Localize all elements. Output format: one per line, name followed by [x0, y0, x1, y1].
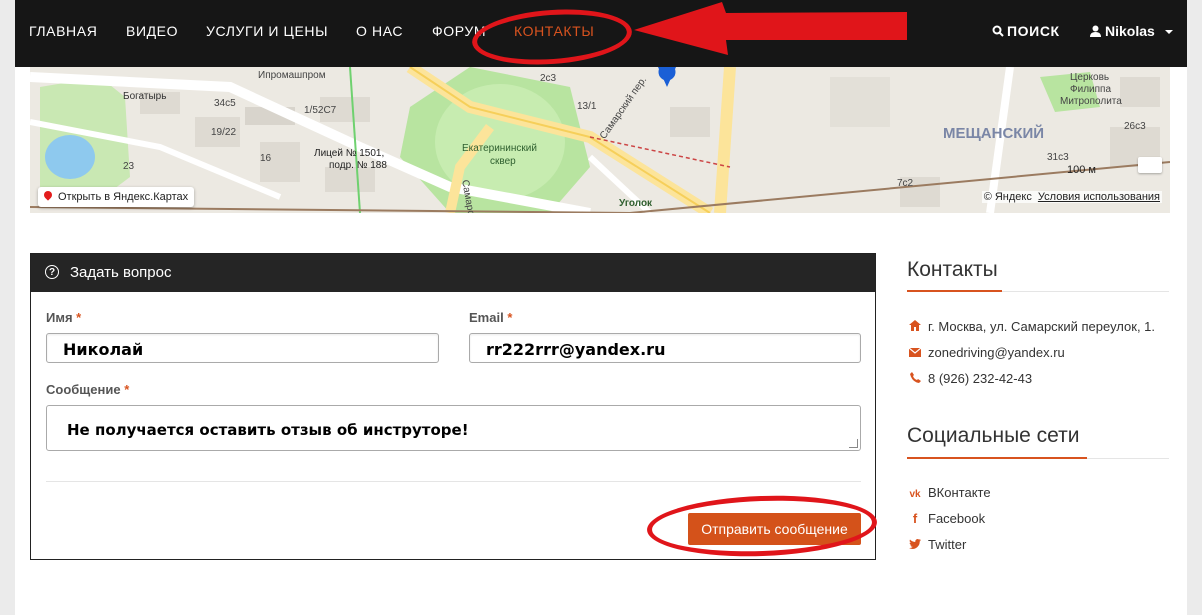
- facebook-icon: f: [912, 511, 918, 526]
- map-label: 7с2: [897, 178, 914, 189]
- email-label-text: Email: [469, 310, 504, 325]
- annotation-arrow-icon: [634, 2, 907, 55]
- social-facebook-label: Facebook: [928, 511, 986, 526]
- map-label: Филиппа: [1070, 84, 1112, 95]
- nav-item-video[interactable]: ВИДЕО: [126, 23, 178, 39]
- required-mark: *: [507, 310, 513, 325]
- name-input-value: Николай: [63, 340, 144, 359]
- contacts-title: Контакты: [907, 258, 998, 281]
- map-label: Екатерининский: [462, 143, 537, 154]
- message-label-text: Сообщение: [46, 382, 121, 397]
- social-facebook-link[interactable]: f Facebook: [908, 511, 985, 526]
- map-terms-link[interactable]: Условия использования: [1038, 191, 1160, 203]
- required-mark: *: [76, 310, 82, 325]
- message-label: Сообщение *: [46, 382, 129, 397]
- search-label: ПОИСК: [1007, 23, 1060, 39]
- map-label: 31с3: [1047, 152, 1069, 163]
- map-label: 1/52С7: [304, 105, 337, 116]
- map-label: сквер: [490, 156, 516, 167]
- map-label: Митрополита: [1060, 96, 1122, 107]
- name-label: Имя *: [46, 310, 81, 325]
- message-textarea-value: Не получается оставить отзыв об инструто…: [67, 421, 469, 439]
- envelope-icon: [908, 347, 922, 360]
- map-label: 23: [123, 161, 135, 172]
- email-input-value: rr222rrr@yandex.ru: [486, 340, 666, 359]
- social-twitter-label: Twitter: [928, 537, 967, 552]
- social-title-underline: [907, 457, 1169, 459]
- social-vk-link[interactable]: vk ВКонтакте: [908, 485, 991, 500]
- map-label: 16: [260, 153, 272, 164]
- contact-email-text[interactable]: zonedriving@yandex.ru: [928, 345, 1065, 360]
- form-divider: [46, 481, 861, 482]
- map-label: Церковь: [1070, 72, 1110, 83]
- form-header: ? Задать вопрос: [31, 254, 875, 292]
- question-circle-icon: ?: [45, 265, 59, 279]
- search-icon: [992, 25, 1004, 37]
- map-label: Богатырь: [123, 91, 167, 102]
- map-copyright: © Яндекс Условия использования: [981, 191, 1162, 203]
- social-title: Социальные сети: [907, 424, 1080, 447]
- nav-item-about[interactable]: О НАС: [356, 23, 403, 39]
- user-name: Nikolas: [1105, 23, 1155, 39]
- phone-icon: [908, 372, 922, 386]
- message-textarea[interactable]: Не получается оставить отзыв об инструто…: [46, 405, 861, 451]
- chevron-down-icon: [1164, 30, 1173, 34]
- map-label: подр. № 188: [329, 160, 387, 171]
- contact-address: г. Москва, ул. Самарский переулок, 1.: [908, 319, 1155, 334]
- map-label: 34c5: [214, 98, 236, 109]
- map-label: 26с3: [1124, 121, 1146, 132]
- twitter-icon: [908, 539, 922, 552]
- map-label: Лицей № 1501,: [314, 148, 385, 159]
- name-input[interactable]: Николай: [46, 333, 439, 363]
- yandex-map[interactable]: Ипромашпром Богатырь 34c5 19/22 1/52С7 1…: [30, 67, 1170, 213]
- map-district-label: МЕЩАНСКИЙ: [943, 125, 1045, 142]
- social-vk-label: ВКонтакте: [928, 485, 991, 500]
- social-twitter-link[interactable]: Twitter: [908, 537, 966, 552]
- map-label: 13/1: [577, 101, 597, 112]
- form-title: Задать вопрос: [70, 264, 172, 281]
- resize-grip-icon[interactable]: [849, 439, 858, 448]
- contact-address-text: г. Москва, ул. Самарский переулок, 1.: [928, 319, 1156, 334]
- email-input[interactable]: rr222rrr@yandex.ru: [469, 333, 861, 363]
- required-mark: *: [124, 382, 130, 397]
- map-label: Ипромашпром: [258, 70, 326, 81]
- map-label: 19/22: [211, 127, 237, 138]
- open-yandex-maps-label: Открыть в Яндекс.Картах: [58, 191, 189, 203]
- contact-phone-text: 8 (926) 232-42-43: [928, 371, 1033, 386]
- nav-item-home[interactable]: ГЛАВНАЯ: [29, 23, 97, 39]
- map-label: 2с3: [540, 73, 557, 84]
- contact-phone: 8 (926) 232-42-43: [908, 371, 1032, 386]
- contacts-title-underline: [907, 290, 1169, 292]
- map-copyright-text: © Яндекс: [983, 191, 1032, 203]
- map-scale-label: 100 м: [1067, 164, 1096, 176]
- map-label: Уголок: [619, 198, 653, 209]
- name-label-text: Имя: [46, 310, 73, 325]
- home-icon: [908, 320, 922, 334]
- user-menu[interactable]: Nikolas: [1090, 23, 1173, 39]
- search-link[interactable]: ПОИСК: [992, 23, 1060, 39]
- ruler-icon[interactable]: [1138, 157, 1162, 173]
- vk-icon: vk: [909, 489, 921, 500]
- email-label: Email *: [469, 310, 512, 325]
- open-yandex-maps-button[interactable]: Открыть в Яндекс.Картах: [38, 187, 195, 207]
- contact-email: zonedriving@yandex.ru: [908, 345, 1065, 360]
- map-pin-icon: [42, 189, 54, 201]
- nav-item-services[interactable]: УСЛУГИ И ЦЕНЫ: [206, 23, 328, 39]
- user-icon: [1090, 25, 1101, 37]
